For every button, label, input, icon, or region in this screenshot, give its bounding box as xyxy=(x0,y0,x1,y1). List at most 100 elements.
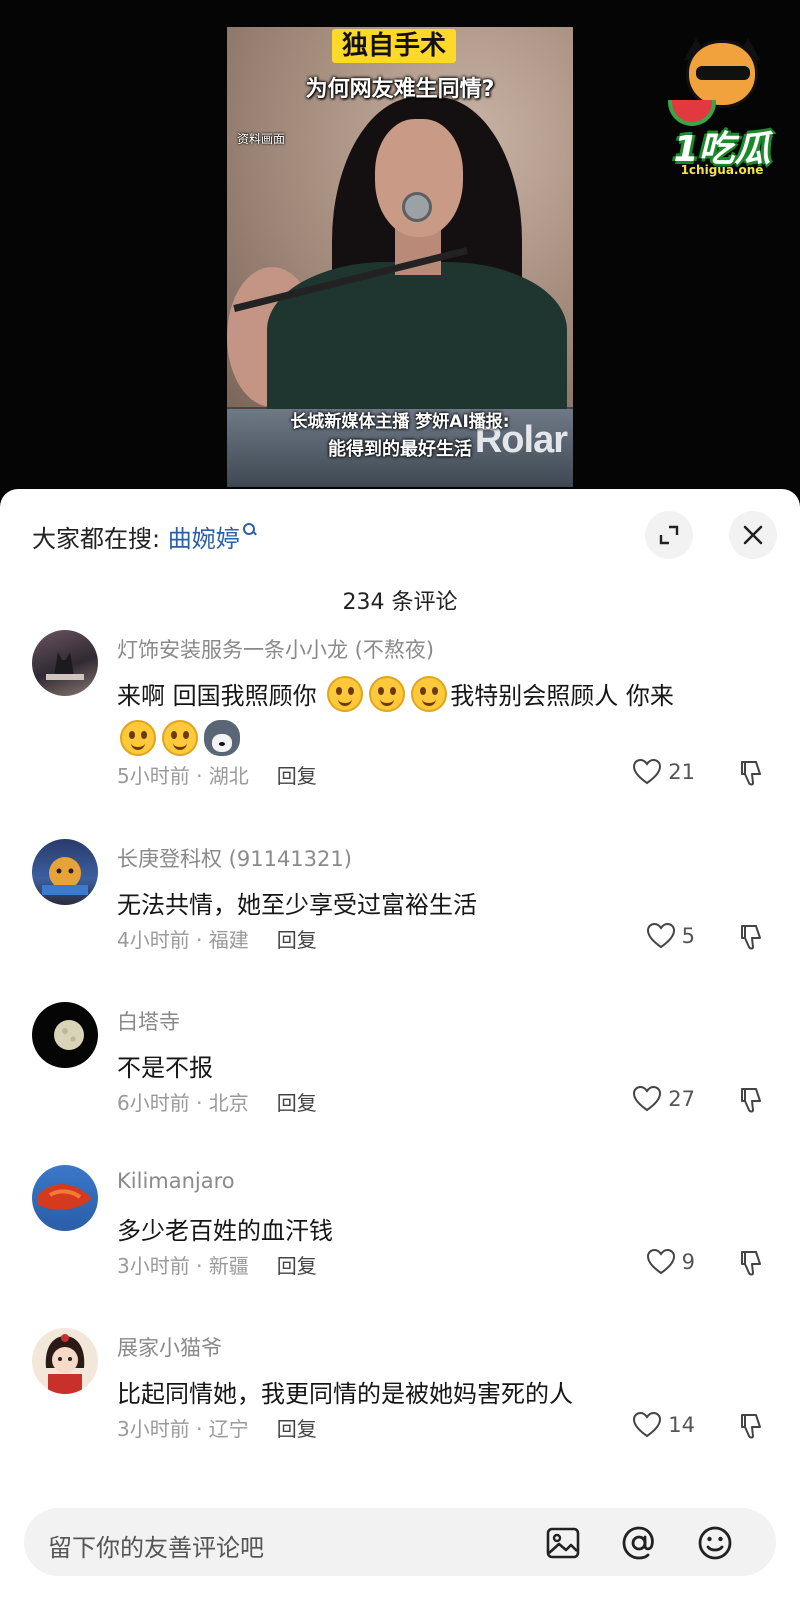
smile-emoji-icon xyxy=(162,720,198,756)
comment-time-location: 5小时前 · 湖北 xyxy=(117,764,249,788)
comment-time-location: 6小时前 · 北京 xyxy=(117,1091,249,1115)
image-icon[interactable] xyxy=(544,1524,582,1562)
like-button[interactable]: 5 xyxy=(646,922,695,950)
heart-icon xyxy=(633,1085,662,1112)
like-button[interactable]: 14 xyxy=(632,1411,695,1439)
comment-text-part: 来啊 回国我照顾你 xyxy=(117,682,325,710)
comment-input-placeholder: 留下你的友善评论吧 xyxy=(48,1534,264,1562)
heart-icon xyxy=(646,1248,675,1275)
comment-username[interactable]: 展家小猫爷 xyxy=(117,1332,222,1362)
dislike-button[interactable] xyxy=(736,1085,766,1119)
emoji-icon[interactable] xyxy=(696,1524,734,1562)
comment-text: 来啊 回国我照顾你 我特别会照顾人 你来 xyxy=(117,674,757,762)
reply-button[interactable]: 回复 xyxy=(277,1091,317,1115)
reply-button[interactable]: 回复 xyxy=(277,1254,317,1278)
thumbs-down-icon xyxy=(741,761,761,786)
video-frame[interactable]: Rolar 独自手术 为何网友难生同情? 资料画面 长城新媒体主播 梦妍AI播报… xyxy=(227,27,573,487)
trending-search-prefix: 大家都在搜: xyxy=(32,525,161,553)
comment-meta: 4小时前 · 福建 回复 xyxy=(117,924,317,953)
comment-time-location: 3小时前 · 辽宁 xyxy=(117,1417,249,1441)
avatar-cartoon-icon xyxy=(42,857,88,895)
comment-item: 展家小猫爷 比起同情她，我更同情的是被她妈害死的人 3小时前 · 辽宁 回复 14 xyxy=(0,1328,800,1458)
close-icon xyxy=(743,525,763,545)
heart-icon xyxy=(633,1411,662,1438)
comment-meta: 3小时前 · 新疆 回复 xyxy=(117,1250,317,1279)
close-button[interactable] xyxy=(729,511,777,559)
comment-sheet: 大家都在搜: 曲婉婷 234 条评论 灯饰安装服务一条小小龙 (不熬夜) 来啊 … xyxy=(0,489,800,1601)
video-topic-tag: 独自手术 xyxy=(332,29,457,63)
like-count: 5 xyxy=(681,924,695,948)
smile-emoji-icon xyxy=(120,720,156,756)
like-button[interactable]: 27 xyxy=(632,1085,695,1113)
comment-item: 灯饰安装服务一条小小龙 (不熬夜) 来啊 回国我照顾你 我特别会照顾人 你来 5… xyxy=(0,630,800,795)
watermark-domain: 1chigua.one xyxy=(680,163,764,177)
comment-meta: 3小时前 · 辽宁 回复 xyxy=(117,1413,317,1442)
thumbs-down-icon xyxy=(741,1251,761,1276)
comment-item: Kilimanjaro 多少老百姓的血汗钱 3小时前 · 新疆 回复 9 xyxy=(0,1165,800,1295)
trending-search-term[interactable]: 曲婉婷 xyxy=(168,525,240,553)
video-archive-note: 资料画面 xyxy=(237,132,286,146)
like-count: 9 xyxy=(681,1250,695,1274)
comment-time-location: 4小时前 · 福建 xyxy=(117,928,249,952)
watermark-sunglasses-icon xyxy=(696,66,750,80)
comment-text: 无法共情，她至少享受过富裕生活 xyxy=(117,891,477,919)
avatar[interactable] xyxy=(32,1165,98,1231)
like-count: 21 xyxy=(668,760,695,784)
microphone xyxy=(402,192,432,222)
reply-button[interactable]: 回复 xyxy=(277,1417,317,1441)
comment-username[interactable]: 灯饰安装服务一条小小龙 (不熬夜) xyxy=(117,634,434,664)
comment-text: 不是不报 xyxy=(117,1054,213,1082)
comment-item: 白塔寺 不是不报 6小时前 · 北京 回复 27 xyxy=(0,1002,800,1132)
husky-emoji-icon xyxy=(204,720,240,756)
comment-meta: 6小时前 · 北京 回复 xyxy=(117,1087,317,1116)
avatar[interactable] xyxy=(32,1002,98,1068)
expand-icon xyxy=(659,525,679,545)
avatar[interactable] xyxy=(32,630,98,696)
expand-button[interactable] xyxy=(645,511,693,559)
comment-username[interactable]: 白塔寺 xyxy=(117,1006,180,1036)
thumbs-down-icon xyxy=(741,1414,761,1439)
thumbs-down-icon xyxy=(741,925,761,950)
avatar[interactable] xyxy=(32,839,98,905)
video-player[interactable]: Rolar 独自手术 为何网友难生同情? 资料画面 长城新媒体主播 梦妍AI播报… xyxy=(0,0,800,500)
dislike-button[interactable] xyxy=(736,758,766,792)
like-button[interactable]: 21 xyxy=(632,758,695,786)
watermark-logo: 1吃瓜 1chigua.one xyxy=(658,38,786,180)
reply-button[interactable]: 回复 xyxy=(277,928,317,952)
avatar-anime-girl-icon xyxy=(45,1334,85,1394)
comment-text-part: 我特别会照顾人 你来 xyxy=(450,682,674,710)
smile-emoji-icon xyxy=(369,676,406,712)
avatar-cat-icon xyxy=(46,652,84,680)
smile-emoji-icon xyxy=(327,676,364,712)
dislike-button[interactable] xyxy=(736,922,766,956)
search-icon xyxy=(242,519,256,535)
thumbs-down-icon xyxy=(741,1088,761,1113)
comment-username[interactable]: 长庚登科权 (91141321) xyxy=(117,843,352,873)
video-headline: 为何网友难生同情? xyxy=(305,77,495,102)
comment-count: 234 条评论 xyxy=(342,590,458,615)
trending-search[interactable]: 大家都在搜: 曲婉婷 xyxy=(32,519,256,554)
video-caption-line1: 长城新媒体主播 梦妍AI播报: xyxy=(290,412,510,432)
heart-icon xyxy=(646,922,675,949)
comment-username[interactable]: Kilimanjaro xyxy=(117,1169,235,1193)
comment-input[interactable]: 留下你的友善评论吧 xyxy=(24,1508,776,1576)
avatar[interactable] xyxy=(32,1328,98,1394)
like-count: 27 xyxy=(668,1087,695,1111)
comment-time-location: 3小时前 · 新疆 xyxy=(117,1254,249,1278)
comment-meta: 5小时前 · 湖北 回复 xyxy=(117,760,317,789)
avatar-moon-icon xyxy=(54,1020,84,1050)
video-caption-line2: 能得到的最好生活 xyxy=(328,439,472,460)
dislike-button[interactable] xyxy=(736,1411,766,1445)
like-count: 14 xyxy=(668,1413,695,1437)
like-button[interactable]: 9 xyxy=(646,1248,695,1276)
dislike-button[interactable] xyxy=(736,1248,766,1282)
reply-button[interactable]: 回复 xyxy=(277,764,317,788)
comment-text: 比起同情她，我更同情的是被她妈害死的人 xyxy=(117,1380,573,1408)
avatar-koi-icon xyxy=(38,1184,92,1210)
smile-emoji-icon xyxy=(411,676,448,712)
comment-item: 长庚登科权 (91141321) 无法共情，她至少享受过富裕生活 4小时前 · … xyxy=(0,839,800,969)
heart-icon xyxy=(633,758,662,785)
comment-input-bar: 留下你的友善评论吧 xyxy=(0,1482,800,1601)
mention-icon[interactable] xyxy=(620,1524,658,1562)
comment-text: 多少老百姓的血汗钱 xyxy=(117,1217,333,1245)
